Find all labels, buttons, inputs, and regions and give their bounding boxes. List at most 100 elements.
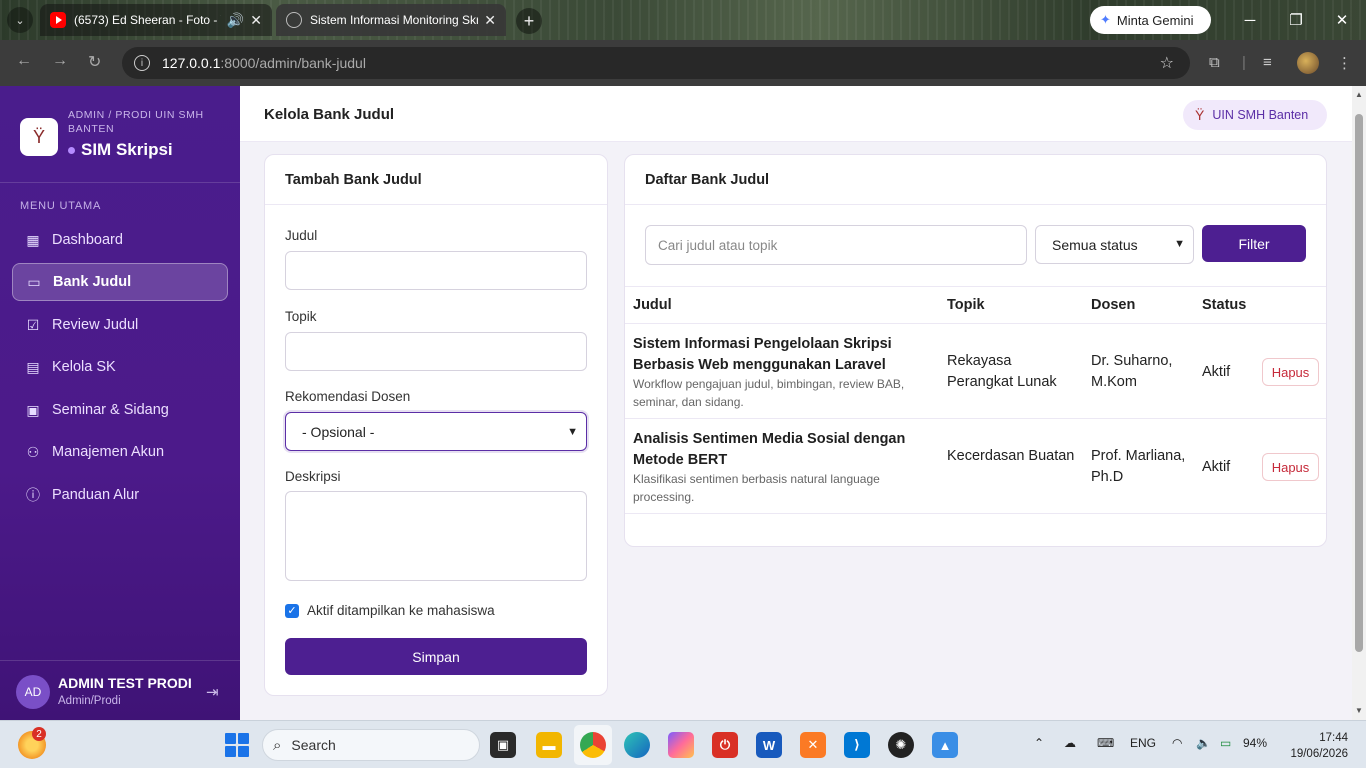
tab-search-button[interactable]: ⌄	[7, 7, 33, 33]
taskbar-search[interactable]: ⌕ Search	[262, 729, 480, 761]
photos-icon[interactable]: ▲	[932, 732, 958, 758]
logout-icon[interactable]: ⇥	[206, 683, 219, 701]
wifi-icon[interactable]: ◠	[1172, 736, 1182, 750]
task-view-icon[interactable]: ▣	[490, 732, 516, 758]
column-header: Status	[1202, 297, 1247, 313]
language-indicator[interactable]: ENG	[1130, 736, 1156, 750]
sidebar-item-review-judul[interactable]: ☑ Review Judul	[12, 306, 228, 344]
calendar-icon: ▣	[26, 401, 40, 418]
user-profile: AD ADMIN TEST PRODI Admin/Prodi ⇥	[0, 660, 240, 720]
topik-label: Topik	[285, 309, 317, 324]
reading-list-icon[interactable]: ≡	[1263, 54, 1272, 71]
active-checkbox-row: ✓ Aktif ditampilkan ke mahasiswa	[285, 603, 495, 618]
profile-avatar-icon[interactable]	[1297, 52, 1319, 74]
status-select[interactable]: Semua status ▼	[1035, 225, 1194, 264]
page-scrollbar[interactable]: ▲ ▼	[1352, 86, 1366, 720]
chevron-up-icon[interactable]: ⌃	[1034, 736, 1044, 750]
dashboard-icon: ▦	[26, 231, 40, 248]
table-header: Judul Topik Dosen Status	[625, 286, 1326, 324]
chatgpt-icon[interactable]: ✺	[888, 732, 914, 758]
institution-badge-label: UIN SMH Banten	[1212, 108, 1309, 122]
scroll-down-icon[interactable]: ▼	[1355, 706, 1363, 715]
row-title: Analisis Sentimen Media Sosial dengan Me…	[633, 431, 906, 468]
menu-section-title: MENU UTAMA	[20, 200, 102, 212]
site-info-icon[interactable]: i	[134, 55, 150, 71]
row-dosen: Prof. Marliana, Ph.D	[1091, 448, 1186, 485]
power-app-icon[interactable]: ⏻	[712, 732, 738, 758]
minimize-icon[interactable]: ─	[1237, 8, 1263, 32]
gemini-button[interactable]: ✦ Minta Gemini	[1090, 6, 1211, 34]
address-bar: ← → ↻ i 127.0.0.1:8000/admin/bank-judul …	[0, 40, 1366, 86]
start-icon[interactable]	[225, 733, 249, 757]
restore-icon[interactable]: ❐	[1283, 8, 1309, 32]
sidebar-divider	[0, 182, 240, 183]
copilot-icon[interactable]	[668, 732, 694, 758]
sidebar-item-label: Kelola SK	[52, 359, 116, 375]
active-checkbox[interactable]: ✓	[285, 603, 299, 618]
onedrive-icon[interactable]: ☁	[1064, 736, 1076, 750]
column-header: Dosen	[1091, 297, 1136, 313]
topik-input[interactable]	[285, 332, 587, 371]
card-title: Daftar Bank Judul	[625, 155, 1326, 205]
scroll-up-icon[interactable]: ▲	[1355, 90, 1363, 99]
sidebar-item-label: Manajemen Akun	[52, 444, 165, 460]
sidebar-item-kelola-sk[interactable]: ▤ Kelola SK	[12, 348, 228, 386]
url-field[interactable]: i 127.0.0.1:8000/admin/bank-judul ☆	[122, 47, 1190, 79]
sidebar-item-panduan-alur[interactable]: ⓘ Panduan Alur	[12, 476, 228, 514]
page-header: Kelola Bank Judul Ÿ UIN SMH Banten	[240, 86, 1352, 142]
reload-icon[interactable]: ↻	[88, 52, 101, 72]
sidebar-item-seminar-sidang[interactable]: ▣ Seminar & Sidang	[12, 391, 228, 429]
tab-title: Sistem Informasi Monitoring Skripsi	[310, 13, 479, 27]
sidebar-item-manajemen-akun[interactable]: ⚇ Manajemen Akun	[12, 433, 228, 471]
forward-icon[interactable]: →	[52, 52, 68, 70]
bookmark-star-icon[interactable]: ☆	[1160, 53, 1174, 73]
delete-button[interactable]: Hapus	[1262, 358, 1319, 386]
delete-button[interactable]: Hapus	[1262, 453, 1319, 481]
chevron-down-icon: ▼	[567, 425, 578, 438]
chrome-icon[interactable]	[580, 732, 606, 758]
edge-icon[interactable]	[624, 732, 650, 758]
scrollbar-thumb[interactable]	[1355, 114, 1363, 652]
xampp-icon[interactable]: ✕	[800, 732, 826, 758]
document-icon: ▤	[26, 358, 40, 375]
back-icon[interactable]: ←	[16, 52, 32, 70]
new-tab-button[interactable]: +	[516, 8, 542, 34]
dosen-select-value: - Opsional -	[302, 423, 375, 440]
table-row: Sistem Informasi Pengelolaan Skripsi Ber…	[625, 324, 1326, 419]
word-icon[interactable]: W	[756, 732, 782, 758]
chevron-down-icon: ▼	[1174, 238, 1185, 250]
gemini-icon: ✦	[1100, 12, 1111, 27]
vscode-icon[interactable]: ⟩	[844, 732, 870, 758]
clock-date: 19/06/2026	[1290, 748, 1348, 760]
judul-input[interactable]	[285, 251, 587, 290]
filter-button[interactable]: Filter	[1202, 225, 1306, 262]
row-status: Aktif	[1202, 459, 1231, 475]
url-path: :8000/admin/bank-judul	[220, 55, 366, 71]
file-explorer-icon[interactable]: ▬	[536, 732, 562, 758]
toolbar-divider: |	[1242, 54, 1246, 71]
page-title: Kelola Bank Judul	[264, 106, 395, 123]
taskbar: 2 ⌕ Search ▣ ▬ ⏻ W ✕ ⟩ ✺ ▲ ⌃ ☁ ⌨ ENG ◠ 🔈…	[0, 720, 1366, 768]
battery-icon[interactable]: ▭	[1220, 736, 1231, 750]
extensions-icon[interactable]: ⧉	[1209, 54, 1220, 71]
search-input[interactable]: Cari judul atau topik	[645, 225, 1027, 265]
tab-sim-skripsi[interactable]: Sistem Informasi Monitoring Skripsi ✕	[276, 4, 506, 36]
save-button[interactable]: Simpan	[285, 638, 587, 675]
university-logo-icon: Ÿ	[1195, 107, 1205, 123]
sidebar-item-bank-judul[interactable]: ▭ Bank Judul	[12, 263, 228, 301]
keyboard-icon[interactable]: ⌨	[1097, 736, 1114, 750]
deskripsi-textarea[interactable]	[285, 491, 587, 581]
close-tab-icon[interactable]: ✕	[484, 12, 496, 29]
dot-icon	[68, 146, 75, 154]
browser-menu-icon[interactable]: ⋮	[1337, 54, 1352, 72]
dosen-select[interactable]: - Opsional - ▼	[285, 412, 587, 451]
speaker-icon[interactable]: 🔊	[227, 12, 244, 29]
bank-icon: ▭	[27, 273, 41, 290]
volume-icon[interactable]: 🔈	[1196, 736, 1211, 750]
sidebar-item-dashboard[interactable]: ▦ Dashboard	[12, 221, 228, 259]
close-window-icon[interactable]: ✕	[1329, 8, 1355, 32]
sidebar-item-label: Panduan Alur	[52, 487, 140, 503]
tab-youtube[interactable]: (6573) Ed Sheeran - Foto - YouTube 🔊 ✕	[40, 4, 272, 36]
close-tab-icon[interactable]: ✕	[250, 12, 262, 29]
clock[interactable]: 17:44 19/06/2026	[1290, 730, 1348, 762]
